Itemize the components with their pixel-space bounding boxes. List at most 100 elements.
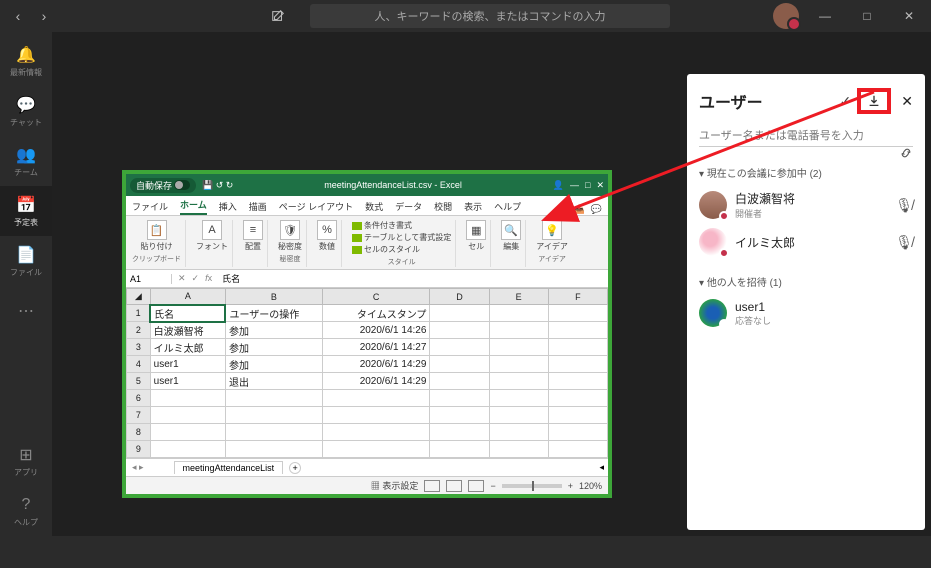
row-header[interactable]: 9 — [127, 441, 151, 458]
row-header[interactable]: 2 — [127, 322, 151, 339]
row-header[interactable]: 4 — [127, 356, 151, 373]
fx-icon[interactable]: fx — [205, 273, 212, 284]
check-icon[interactable]: ✓ — [840, 93, 852, 110]
user-icon[interactable]: 👤 — [553, 180, 564, 191]
qat[interactable]: 💾 ↺ ↻ — [202, 180, 233, 191]
cell[interactable] — [489, 390, 548, 407]
row-header[interactable]: 7 — [127, 407, 151, 424]
col-header[interactable]: B — [225, 289, 322, 305]
cell[interactable]: 氏名 — [150, 305, 225, 322]
cell[interactable] — [322, 441, 430, 458]
participant-row[interactable]: イルミ太郎 🎙︎̸ — [699, 224, 913, 260]
col-header[interactable]: D — [430, 289, 489, 305]
search-box[interactable]: 人、キーワードの検索、またはコマンドの入力 — [310, 4, 670, 28]
minimize-button[interactable]: — — [809, 4, 841, 28]
panel-close-button[interactable]: ✕ — [901, 93, 913, 110]
cell[interactable] — [548, 424, 607, 441]
cell[interactable] — [489, 339, 548, 356]
cell[interactable] — [548, 322, 607, 339]
tab-file[interactable]: ファイル — [132, 198, 168, 215]
mic-muted-icon[interactable]: 🎙︎̸ — [895, 197, 913, 214]
cell[interactable] — [225, 424, 322, 441]
tab-formula[interactable]: 数式 — [365, 198, 383, 215]
view-break[interactable] — [468, 480, 484, 492]
cell[interactable] — [548, 407, 607, 424]
cell[interactable]: 参加 — [225, 356, 322, 373]
cell[interactable]: 2020/6/1 14:29 — [322, 356, 430, 373]
sheet-nav[interactable]: ◂ ▸ — [132, 462, 144, 473]
maximize-button[interactable]: □ — [851, 4, 883, 28]
view-normal[interactable] — [424, 480, 440, 492]
profile-avatar[interactable] — [773, 3, 799, 29]
close-button[interactable]: ✕ — [893, 4, 925, 28]
row-header[interactable]: 1 — [127, 305, 151, 322]
cell[interactable] — [225, 407, 322, 424]
excel-titlebar[interactable]: 自動保存 💾 ↺ ↻ meetingAttendanceList.csv - E… — [126, 174, 608, 196]
cell[interactable] — [548, 356, 607, 373]
participant-row[interactable]: 白波瀬智将開催者 🎙︎̸ — [699, 186, 913, 224]
comments-icon[interactable]: 💬 — [591, 204, 602, 215]
row-header[interactable]: 3 — [127, 339, 151, 356]
zoom-level[interactable]: 120% — [579, 481, 602, 491]
cell[interactable] — [548, 390, 607, 407]
col-header[interactable]: E — [489, 289, 548, 305]
cell[interactable] — [489, 356, 548, 373]
cell[interactable] — [430, 356, 489, 373]
view-page[interactable] — [446, 480, 462, 492]
excel-max[interactable]: □ — [585, 180, 590, 191]
tab-insert[interactable]: 挿入 — [219, 198, 237, 215]
paste-button[interactable]: 📋貼り付け — [141, 220, 173, 252]
sensitivity-button[interactable]: 🛡秘密度 — [278, 220, 302, 252]
cell[interactable]: ユーザーの操作 — [225, 305, 322, 322]
rail-apps[interactable]: ⊞アプリ — [0, 436, 52, 486]
rail-help[interactable]: ?ヘルプ — [0, 486, 52, 536]
ideas-button[interactable]: 💡アイデア — [536, 220, 568, 252]
cell[interactable] — [548, 441, 607, 458]
add-sheet[interactable]: + — [289, 462, 301, 474]
name-box[interactable]: A1 — [126, 274, 172, 284]
align-button[interactable]: ≡配置 — [243, 220, 263, 252]
share-icon[interactable]: 📤 — [574, 204, 585, 215]
cell[interactable] — [489, 305, 548, 322]
cell[interactable] — [430, 424, 489, 441]
rail-files[interactable]: 📄ファイル — [0, 236, 52, 286]
tab-review[interactable]: 校閲 — [434, 198, 452, 215]
cell[interactable]: タイムスタンプ — [322, 305, 430, 322]
invite-input[interactable] — [699, 126, 913, 147]
cell[interactable]: 参加 — [225, 339, 322, 356]
forward-button[interactable]: › — [32, 4, 56, 28]
select-all[interactable]: ◢ — [127, 289, 151, 305]
excel-min[interactable]: — — [570, 180, 579, 191]
zoom-in[interactable]: + — [568, 481, 573, 491]
cell[interactable] — [548, 339, 607, 356]
formula-value[interactable]: 氏名 — [218, 272, 244, 285]
section-current[interactable]: ▾ 現在この会議に参加中 (2) — [699, 165, 913, 180]
download-attendance-button[interactable] — [857, 88, 891, 114]
copy-link-icon[interactable] — [899, 146, 913, 163]
cell[interactable] — [430, 373, 489, 390]
cell[interactable] — [548, 305, 607, 322]
back-button[interactable]: ‹ — [6, 4, 30, 28]
cell[interactable]: イルミ太郎 — [150, 339, 225, 356]
tab-view[interactable]: 表示 — [464, 198, 482, 215]
col-header[interactable]: A — [150, 289, 225, 305]
col-header[interactable]: C — [322, 289, 430, 305]
display-settings[interactable]: ▦ 表示設定 — [371, 479, 419, 492]
cell[interactable]: 2020/6/1 14:27 — [322, 339, 430, 356]
fx-enter[interactable]: ✓ — [192, 273, 200, 284]
number-button[interactable]: %数値 — [317, 220, 337, 252]
sheet-tab[interactable]: meetingAttendanceList — [174, 461, 284, 474]
cell[interactable] — [489, 373, 548, 390]
rail-chat[interactable]: 💬チャット — [0, 86, 52, 136]
cell[interactable] — [430, 407, 489, 424]
cell[interactable] — [430, 305, 489, 322]
cell[interactable]: 2020/6/1 14:26 — [322, 322, 430, 339]
font-button[interactable]: Aフォント — [196, 220, 228, 252]
cell-button[interactable]: ▦セル — [466, 220, 486, 252]
styles-list[interactable]: 条件付き書式テーブルとして書式設定セルのスタイル — [352, 220, 451, 255]
rail-teams[interactable]: 👥チーム — [0, 136, 52, 186]
cell[interactable]: user1 — [150, 373, 225, 390]
compose-icon[interactable] — [262, 4, 294, 28]
cell[interactable] — [322, 424, 430, 441]
cell[interactable] — [225, 390, 322, 407]
